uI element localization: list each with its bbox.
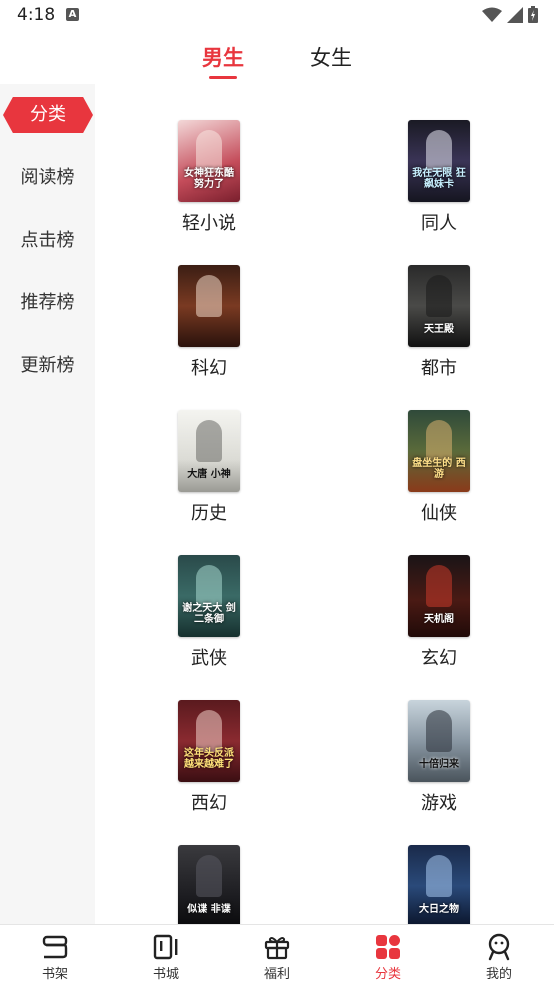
category-item[interactable]: 似谍 非谍 (149, 845, 269, 924)
status-time: 4:18 (17, 5, 56, 25)
cover-title: 似谍 非谍 (187, 904, 231, 915)
notification-badge-icon: A (66, 8, 79, 21)
category-item[interactable]: 天机阁 玄幻 (379, 555, 499, 670)
category-item[interactable]: 科幻 (149, 265, 269, 380)
book-cover: 天机阁 (408, 555, 470, 637)
category-grid: 女神狂东酷 努力了 轻小说 我在无限 狂飙妹卡 同人 科幻 天王殿 都市 大唐 … (95, 84, 554, 924)
book-cover: 女神狂东酷 努力了 (178, 120, 240, 202)
sidebar-item-category[interactable]: 分类 (3, 97, 93, 133)
cover-figure (426, 420, 452, 462)
tab-male[interactable]: 男生 (202, 42, 244, 72)
category-label: 科幻 (191, 358, 227, 379)
nav-welfare[interactable]: 福利 (222, 925, 332, 984)
book-cover: 盘坐生的 西游 (408, 410, 470, 492)
cover-figure (426, 130, 452, 172)
book-cover: 大日之物 (408, 845, 470, 924)
nav-profile[interactable]: 我的 (444, 925, 554, 984)
category-item[interactable]: 天王殿 都市 (379, 265, 499, 380)
nav-label: 我的 (485, 967, 512, 982)
category-label: 玄幻 (421, 648, 457, 669)
category-item[interactable]: 盘坐生的 西游 仙侠 (379, 410, 499, 525)
cover-figure (196, 710, 222, 752)
signal-icon (507, 6, 523, 23)
category-item[interactable]: 大日之物 (379, 845, 499, 924)
category-label: 轻小说 (182, 213, 236, 234)
tab-female[interactable]: 女生 (310, 42, 352, 72)
category-label: 同人 (421, 213, 457, 234)
category-item[interactable]: 女神狂东酷 努力了 轻小说 (149, 120, 269, 235)
book-cover: 十倍归来 (408, 700, 470, 782)
cover-title: 大唐 小神 (187, 469, 231, 480)
sidebar-item-reading-rank[interactable]: 阅读榜 (0, 158, 95, 198)
sidebar-item-click-rank[interactable]: 点击榜 (0, 221, 95, 261)
cover-figure (426, 275, 452, 317)
book-cover: 天王殿 (408, 265, 470, 347)
cover-title: 谢之天大 剑二条御 (182, 603, 236, 625)
nav-category[interactable]: 分类 (333, 925, 443, 984)
book-cover: 似谍 非谍 (178, 845, 240, 924)
sidebar-item-update-rank[interactable]: 更新榜 (0, 346, 95, 386)
cover-figure (426, 565, 452, 607)
bookshelf-icon (42, 935, 68, 959)
nav-label: 书架 (41, 967, 68, 982)
nav-label: 书城 (152, 967, 179, 982)
status-bar: 4:18 A (0, 0, 554, 30)
category-item[interactable]: 谢之天大 剑二条御 武侠 (149, 555, 269, 670)
cover-title: 我在无限 狂飙妹卡 (412, 168, 466, 190)
cover-figure (196, 130, 222, 172)
cover-figure (426, 710, 452, 752)
nav-label: 分类 (374, 967, 401, 982)
cover-figure (196, 565, 222, 607)
category-item[interactable]: 十倍归来 游戏 (379, 700, 499, 815)
gift-icon (264, 937, 290, 960)
book-cover: 谢之天大 剑二条御 (178, 555, 240, 637)
sidebar: 分类 阅读榜 点击榜 推荐榜 更新榜 (0, 84, 95, 924)
cover-title: 这年头反派 越来越难了 (184, 748, 234, 770)
bookstore-icon (153, 934, 178, 960)
nav-bookstore[interactable]: 书城 (111, 925, 221, 984)
system-icons (482, 6, 538, 23)
cover-figure (196, 855, 222, 897)
cover-title: 天王殿 (424, 324, 454, 335)
category-grid-icon (376, 935, 400, 959)
nav-bookshelf[interactable]: 书架 (0, 925, 110, 984)
book-cover (178, 265, 240, 347)
bottom-navigation: 书架 书城 福利 分类 我的 (0, 924, 554, 984)
book-cover: 这年头反派 越来越难了 (178, 700, 240, 782)
book-cover: 我在无限 狂飙妹卡 (408, 120, 470, 202)
active-tab-indicator (209, 76, 237, 79)
category-label: 仙侠 (421, 503, 457, 524)
sidebar-item-recommend-rank[interactable]: 推荐榜 (0, 283, 95, 323)
wifi-icon (482, 7, 502, 22)
category-item[interactable]: 我在无限 狂飙妹卡 同人 (379, 120, 499, 235)
cover-title: 女神狂东酷 努力了 (184, 168, 234, 190)
category-item[interactable]: 大唐 小神 历史 (149, 410, 269, 525)
category-label: 西幻 (191, 793, 227, 814)
category-label: 游戏 (421, 793, 457, 814)
book-cover: 大唐 小神 (178, 410, 240, 492)
nav-label: 福利 (263, 967, 290, 982)
cover-figure (426, 855, 452, 897)
cover-figure (196, 420, 222, 462)
cover-title: 天机阁 (424, 614, 454, 625)
cover-title: 十倍归来 (419, 759, 459, 770)
cover-title: 大日之物 (419, 904, 459, 915)
category-label: 武侠 (191, 648, 227, 669)
profile-icon (488, 933, 510, 961)
cover-title: 盘坐生的 西游 (412, 458, 466, 480)
cover-figure (196, 275, 222, 317)
gender-tabs: 男生 女生 (0, 40, 554, 84)
category-label: 都市 (421, 358, 457, 379)
category-item[interactable]: 这年头反派 越来越难了 西幻 (149, 700, 269, 815)
battery-icon (528, 6, 538, 23)
category-label: 历史 (191, 503, 227, 524)
